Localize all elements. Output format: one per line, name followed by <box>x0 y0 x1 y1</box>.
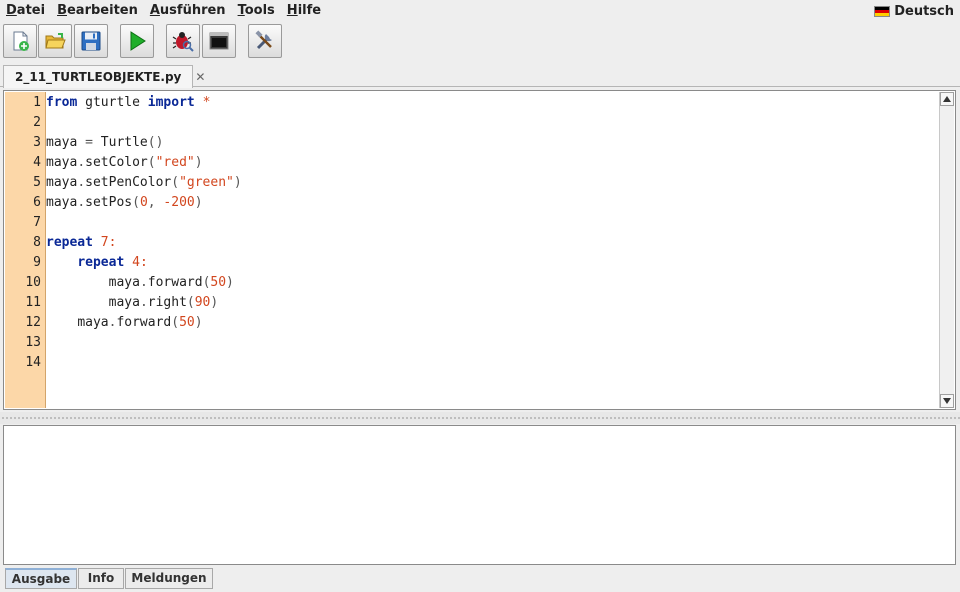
line-number-gutter: 1 2 3 4 5 6 7 8 9 10 11 12 13 14 <box>5 92 46 408</box>
tab-meldungen[interactable]: Meldungen <box>125 568 213 589</box>
line-number: 7 <box>33 215 41 230</box>
code-line[interactable]: from gturtle import * <box>46 93 210 113</box>
menu-bearbeiten[interactable]: Bearbeiten <box>51 0 144 22</box>
line-number: 2 <box>33 115 41 130</box>
arrow-down-icon <box>943 398 951 404</box>
line-number: 4 <box>33 155 41 170</box>
editor-tab[interactable]: 2_11_TURTLEOBJEKTE.py ✕ <box>3 65 205 88</box>
save-button[interactable] <box>74 24 108 58</box>
code-line[interactable]: maya.right(90) <box>46 293 219 313</box>
run-icon <box>130 31 146 51</box>
scroll-up-button[interactable] <box>940 92 954 106</box>
code-line[interactable]: repeat 4: <box>46 253 147 273</box>
tab-info[interactable]: Info <box>78 568 124 589</box>
menu-tools[interactable]: Tools <box>232 0 281 22</box>
output-console[interactable] <box>3 425 956 565</box>
language-label: Deutsch <box>894 3 954 19</box>
line-number: 12 <box>25 315 41 330</box>
language-selector[interactable]: Deutsch <box>874 0 954 22</box>
line-number: 6 <box>33 195 41 210</box>
debug-button[interactable] <box>166 24 200 58</box>
toolbar <box>0 22 960 62</box>
new-file-icon <box>13 31 29 51</box>
editor-tab-filename: 2_11_TURTLEOBJEKTE.py <box>15 70 182 84</box>
arrow-up-icon <box>943 96 951 102</box>
debug-icon <box>172 32 194 52</box>
run-button[interactable] <box>120 24 154 58</box>
line-number: 10 <box>25 275 41 290</box>
line-number: 5 <box>33 175 41 190</box>
tools-button[interactable] <box>248 24 282 58</box>
code-line[interactable]: maya.setColor("red") <box>46 153 203 173</box>
code-editor[interactable]: 1 2 3 4 5 6 7 8 9 10 11 12 13 14 from gt… <box>3 90 956 410</box>
menu-datei[interactable]: Datei <box>0 0 51 22</box>
tab-ausgabe[interactable]: Ausgabe <box>5 568 77 589</box>
line-number: 3 <box>33 135 41 150</box>
menu-hilfe[interactable]: Hilfe <box>281 0 327 22</box>
open-file-button[interactable] <box>38 24 72 58</box>
code-line[interactable]: maya.forward(50) <box>46 273 234 293</box>
code-line[interactable]: repeat 7: <box>46 233 116 253</box>
pane-splitter[interactable] <box>0 412 960 424</box>
line-number: 11 <box>25 295 41 310</box>
console-icon <box>209 32 229 50</box>
code-line[interactable]: maya.setPos(0, -200) <box>46 193 203 213</box>
line-number: 13 <box>25 335 41 350</box>
editor-tab-strip: 2_11_TURTLEOBJEKTE.py ✕ <box>0 63 960 88</box>
code-area[interactable]: from gturtle import * maya = Turtle() maya… <box>46 92 938 408</box>
output-tab-strip: Ausgabe Info Meldungen <box>0 565 960 592</box>
menu-bar: Datei Bearbeiten Ausführen Tools Hilfe D… <box>0 0 960 22</box>
scroll-down-button[interactable] <box>940 394 954 408</box>
code-line[interactable]: maya = Turtle() <box>46 133 163 153</box>
code-line[interactable]: maya.setPenColor("green") <box>46 173 242 193</box>
line-number: 1 <box>33 95 41 110</box>
editor-vertical-scrollbar[interactable] <box>939 92 954 408</box>
code-line[interactable]: maya.forward(50) <box>46 313 202 333</box>
open-folder-icon <box>45 33 66 49</box>
line-number: 14 <box>25 355 41 370</box>
menu-ausfuehren[interactable]: Ausführen <box>144 0 232 22</box>
line-number: 9 <box>33 255 41 270</box>
console-button[interactable] <box>202 24 236 58</box>
new-file-button[interactable] <box>3 24 37 58</box>
save-icon <box>81 31 101 51</box>
german-flag-icon <box>874 5 891 17</box>
line-number: 8 <box>33 235 41 250</box>
tools-icon <box>255 30 272 50</box>
close-tab-icon[interactable]: ✕ <box>195 70 205 84</box>
